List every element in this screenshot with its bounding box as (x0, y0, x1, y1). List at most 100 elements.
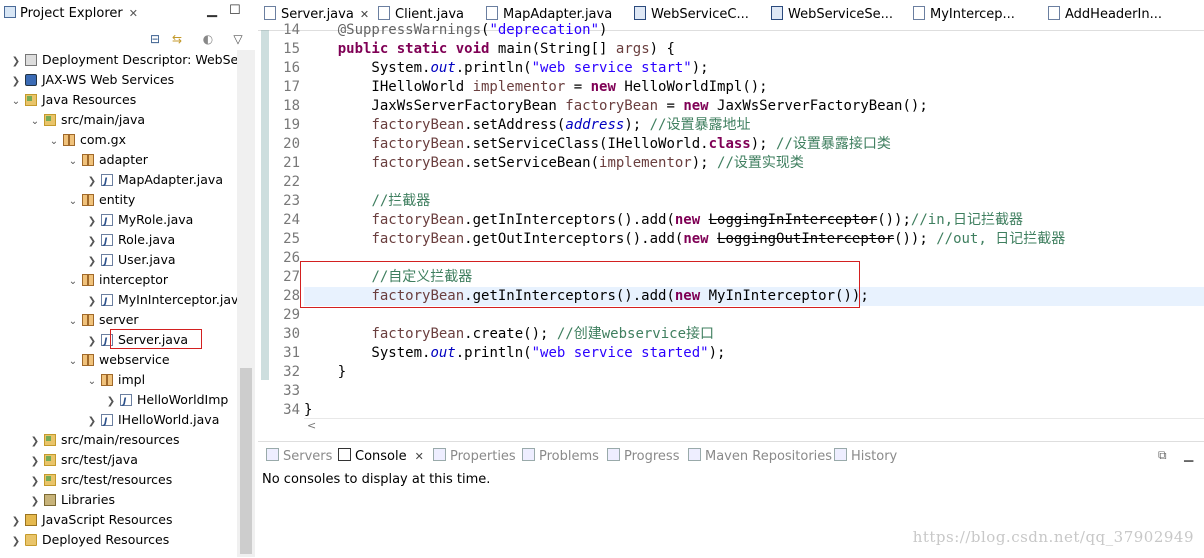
chevron-down-icon[interactable]: ⌄ (67, 192, 79, 212)
problems-icon (522, 448, 535, 461)
tab-history[interactable]: History (834, 442, 897, 472)
chevron-right-icon[interactable]: ❯ (86, 252, 98, 272)
editor-tab[interactable]: MyIntercep... (913, 0, 1015, 30)
line-number: 20 (283, 136, 300, 152)
code-line[interactable]: factoryBean.setAddress(address); //设置暴露地… (304, 116, 750, 135)
code-line[interactable]: @SuppressWarnings("deprecation") (304, 21, 608, 40)
tree-item[interactable]: ⌄ src/main/java (0, 110, 145, 130)
code-line[interactable]: System.out.println("web service started"… (304, 344, 725, 363)
close-icon[interactable]: ✕ (415, 450, 424, 463)
editor-tab-label: Server.java (281, 7, 354, 22)
line-number: 17 (283, 79, 300, 95)
tree-item[interactable]: ❯ src/main/resources (0, 430, 180, 452)
code-line[interactable]: factoryBean.getInInterceptors().add(new … (304, 211, 1023, 230)
maximize-icon[interactable]: ☐ (229, 3, 241, 18)
tree-item[interactable]: ❯ HelloWorldImp (0, 390, 229, 412)
tree-item[interactable]: ⌄ com.gx (0, 130, 126, 150)
tree-item[interactable]: ❯ Libraries (0, 490, 115, 510)
tree-item[interactable]: ⌄ adapter (0, 150, 148, 170)
chevron-right-icon[interactable]: ❯ (86, 172, 98, 192)
chevron-right-icon[interactable]: ❯ (86, 232, 98, 252)
code-line[interactable]: //拦截器 (304, 192, 430, 211)
filter-icon[interactable]: ◐ (201, 32, 215, 46)
editor-tab[interactable]: WebServiceSe... (771, 0, 893, 30)
link-with-editor-icon[interactable]: ⇆ (170, 32, 184, 46)
tree-item[interactable]: ❯ MyRole.java (0, 210, 193, 232)
tree-item[interactable]: ❯ MapAdapter.java (0, 170, 223, 192)
chevron-right-icon[interactable]: ❯ (29, 452, 41, 472)
tree-item[interactable]: ⌄ server (0, 310, 139, 330)
tab-servers[interactable]: Servers (266, 442, 332, 472)
chevron-down-icon[interactable]: ⌄ (10, 92, 22, 112)
editor-horizontal-scrollbar[interactable]: < (304, 418, 1204, 436)
tab-console[interactable]: Console ✕ (338, 442, 424, 472)
chevron-down-icon[interactable]: ⌄ (67, 272, 79, 292)
tree-item[interactable]: ❯ User.java (0, 250, 176, 272)
code-area[interactable]: @SuppressWarnings("deprecation") public … (304, 22, 1204, 437)
change-ruler (261, 30, 269, 380)
chevron-down-icon[interactable]: ⌄ (48, 132, 60, 152)
tree-item-label: impl (118, 372, 146, 387)
minimize-icon[interactable]: ▁ (1184, 448, 1193, 462)
code-line[interactable]: factoryBean.create(); //创建webservice接口 (304, 325, 714, 344)
close-icon[interactable]: ✕ (129, 7, 138, 20)
scroll-left-icon[interactable]: < (307, 419, 316, 432)
tree-item[interactable]: ❯ Role.java (0, 230, 175, 252)
chevron-right-icon[interactable]: ❯ (86, 332, 98, 352)
tree-item[interactable]: ❯ src/test/resources (0, 470, 172, 490)
chevron-right-icon[interactable]: ❯ (10, 72, 22, 92)
code-line[interactable]: JaxWsServerFactoryBean factoryBean = new… (304, 97, 927, 116)
java-file-icon (101, 412, 113, 432)
tree-item[interactable]: ❯ JAX-WS Web Services (0, 70, 174, 90)
open-console-icon[interactable]: ⧉ (1158, 448, 1167, 463)
line-number: 29 (283, 307, 300, 323)
tab-progress[interactable]: Progress (607, 442, 679, 472)
chevron-down-icon[interactable]: ⌄ (67, 352, 79, 372)
project-explorer-tab[interactable]: Project Explorer ✕ (0, 0, 138, 28)
view-menu-chevron-down-icon[interactable]: ▽ (231, 32, 245, 46)
chevron-right-icon[interactable]: ❯ (105, 392, 117, 412)
code-line[interactable]: } (304, 363, 346, 382)
editor-tab[interactable]: AddHeaderIn... (1048, 0, 1162, 30)
tree-item-label: entity (99, 192, 136, 207)
tab-problems[interactable]: Problems (522, 442, 599, 472)
tab-maven-repositories[interactable]: Maven Repositories (688, 442, 832, 472)
tree-item[interactable]: ⌄ entity (0, 190, 136, 212)
code-line[interactable]: public static void main(String[] args) { (304, 40, 675, 59)
tree-item[interactable]: ⌄ interceptor (0, 270, 168, 290)
chevron-right-icon[interactable]: ❯ (10, 532, 22, 552)
tree-item[interactable]: ❯ Deployment Descriptor: WebSer (0, 50, 237, 70)
tree-item[interactable]: ⌄ webservice (0, 350, 170, 370)
tree-item[interactable]: ⌄ impl (0, 370, 145, 390)
code-line[interactable]: factoryBean.setServiceBean(implementor);… (304, 154, 803, 173)
close-icon[interactable]: ✕ (360, 8, 369, 21)
tree-item[interactable]: ❯ MyInInterceptor.jav (0, 290, 237, 312)
tree-item[interactable]: ❯ Deployed Resources (0, 530, 169, 550)
chevron-right-icon[interactable]: ❯ (29, 432, 41, 452)
collapse-all-icon[interactable]: ⊟ (148, 32, 162, 46)
code-line[interactable]: System.out.println("web service start"); (304, 59, 708, 78)
scrollbar-thumb[interactable] (240, 368, 252, 554)
chevron-right-icon[interactable]: ❯ (10, 512, 22, 532)
chevron-right-icon[interactable]: ❯ (10, 52, 22, 72)
code-line[interactable]: IHelloWorld implementor = new HelloWorld… (304, 78, 767, 97)
minimize-icon[interactable]: ▁ (207, 3, 217, 18)
tree-scrollbar[interactable] (237, 50, 255, 557)
chevron-down-icon[interactable]: ⌄ (29, 112, 41, 132)
chevron-down-icon[interactable]: ⌄ (67, 152, 79, 172)
chevron-down-icon[interactable]: ⌄ (67, 312, 79, 332)
tab-properties[interactable]: Properties (433, 442, 516, 472)
chevron-down-icon[interactable]: ⌄ (86, 372, 98, 392)
chevron-right-icon[interactable]: ❯ (29, 492, 41, 512)
code-line[interactable]: factoryBean.getOutInterceptors().add(new… (304, 230, 1065, 249)
tree-item[interactable]: ⌄ Java Resources (0, 90, 136, 110)
code-line[interactable]: factoryBean.setServiceClass(IHelloWorld.… (304, 135, 890, 154)
chevron-right-icon[interactable]: ❯ (86, 292, 98, 312)
chevron-right-icon[interactable]: ❯ (86, 212, 98, 232)
chevron-right-icon[interactable]: ❯ (29, 472, 41, 492)
tree-item[interactable]: ❯ src/test/java (0, 450, 138, 470)
tree-item[interactable]: ❯ JavaScript Resources (0, 510, 173, 532)
editor-tab[interactable]: WebServiceC... (634, 0, 749, 30)
tree-item[interactable]: ❯ IHelloWorld.java (0, 410, 220, 432)
chevron-right-icon[interactable]: ❯ (86, 412, 98, 432)
